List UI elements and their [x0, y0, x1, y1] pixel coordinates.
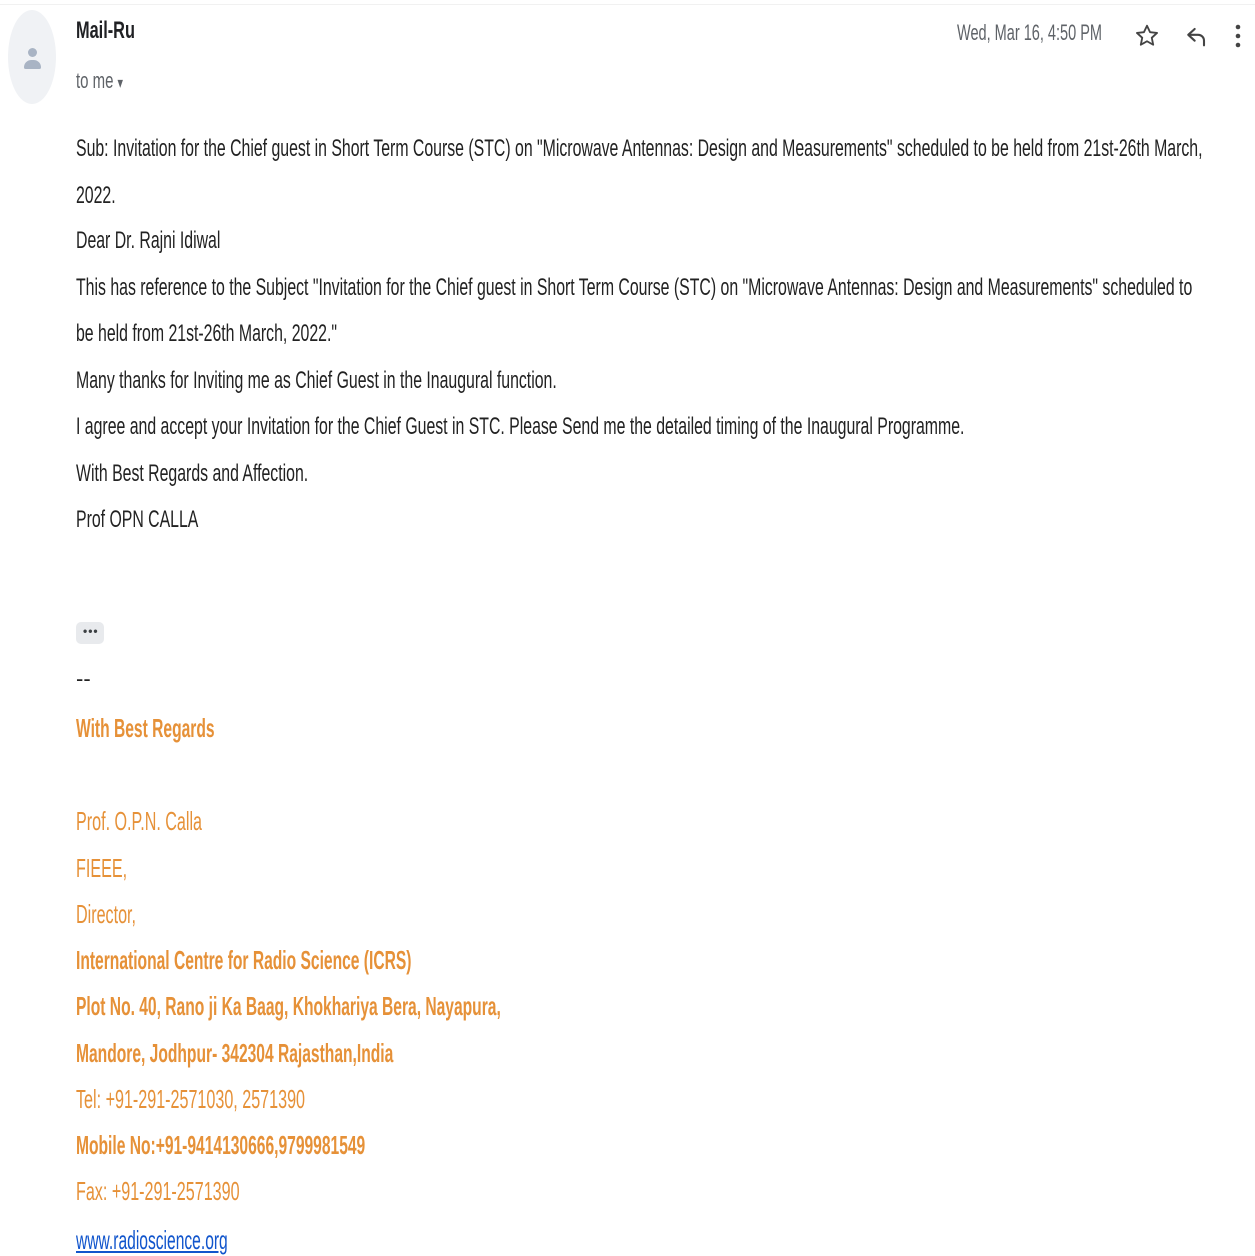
more-vert-icon[interactable]	[1230, 22, 1246, 50]
signature-website-link[interactable]: www.radioscience.org	[76, 1225, 228, 1256]
person-icon-head	[28, 48, 37, 57]
body-line: Sub: Invitation for the Chief guest in S…	[76, 135, 1203, 162]
ellipsis-icon: •••	[83, 624, 99, 638]
chevron-down-icon: ▾	[117, 75, 123, 92]
body-line: With Best Regards and Affection.	[76, 460, 309, 487]
body-line: This has reference to the Subject "Invit…	[76, 274, 1193, 301]
email-date: Wed, Mar 16, 4:50 PM	[957, 20, 1103, 45]
signature-line: International Centre for Radio Science (…	[76, 945, 412, 975]
signature-greeting: With Best Regards	[76, 713, 215, 743]
header-divider	[0, 4, 1255, 5]
signature-line: Mobile No:+91-9414130666,9799981549	[76, 1130, 366, 1160]
show-trimmed-content-button[interactable]: •••	[76, 622, 104, 644]
signature-line: Mandore, Jodhpur- 342304 Rajasthan,India	[76, 1038, 394, 1068]
body-line: I agree and accept your Invitation for t…	[76, 413, 965, 440]
signature-line: Plot No. 40, Rano ji Ka Baag, Khokhariya…	[76, 991, 501, 1021]
body-line: 2022.	[76, 182, 116, 209]
body-line: Many thanks for Inviting me as Chief Gue…	[76, 367, 557, 394]
signature-line: Tel: +91-291-2571030, 2571390	[76, 1084, 306, 1114]
recipient-label: to me	[76, 68, 114, 93]
person-icon-body	[24, 60, 41, 69]
signature-line: Fax: +91-291-2571390	[76, 1176, 240, 1206]
signature-line: FIEEE,	[76, 853, 128, 883]
body-line: Prof OPN CALLA	[76, 506, 199, 533]
body-line: Dear Dr. Rajni Idiwal	[76, 227, 221, 254]
sender-name[interactable]: Mail-Ru	[76, 17, 135, 45]
sender-avatar[interactable]	[8, 10, 56, 104]
signature-separator: --	[76, 666, 91, 691]
signature-line: Director,	[76, 899, 137, 929]
reply-icon[interactable]	[1183, 22, 1211, 50]
signature-line: Prof. O.P.N. Calla	[76, 806, 203, 836]
body-line: be held from 21st-26th March, 2022."	[76, 320, 337, 347]
recipient-details-toggle[interactable]: to me ▾	[76, 68, 123, 94]
star-icon[interactable]	[1133, 22, 1161, 50]
